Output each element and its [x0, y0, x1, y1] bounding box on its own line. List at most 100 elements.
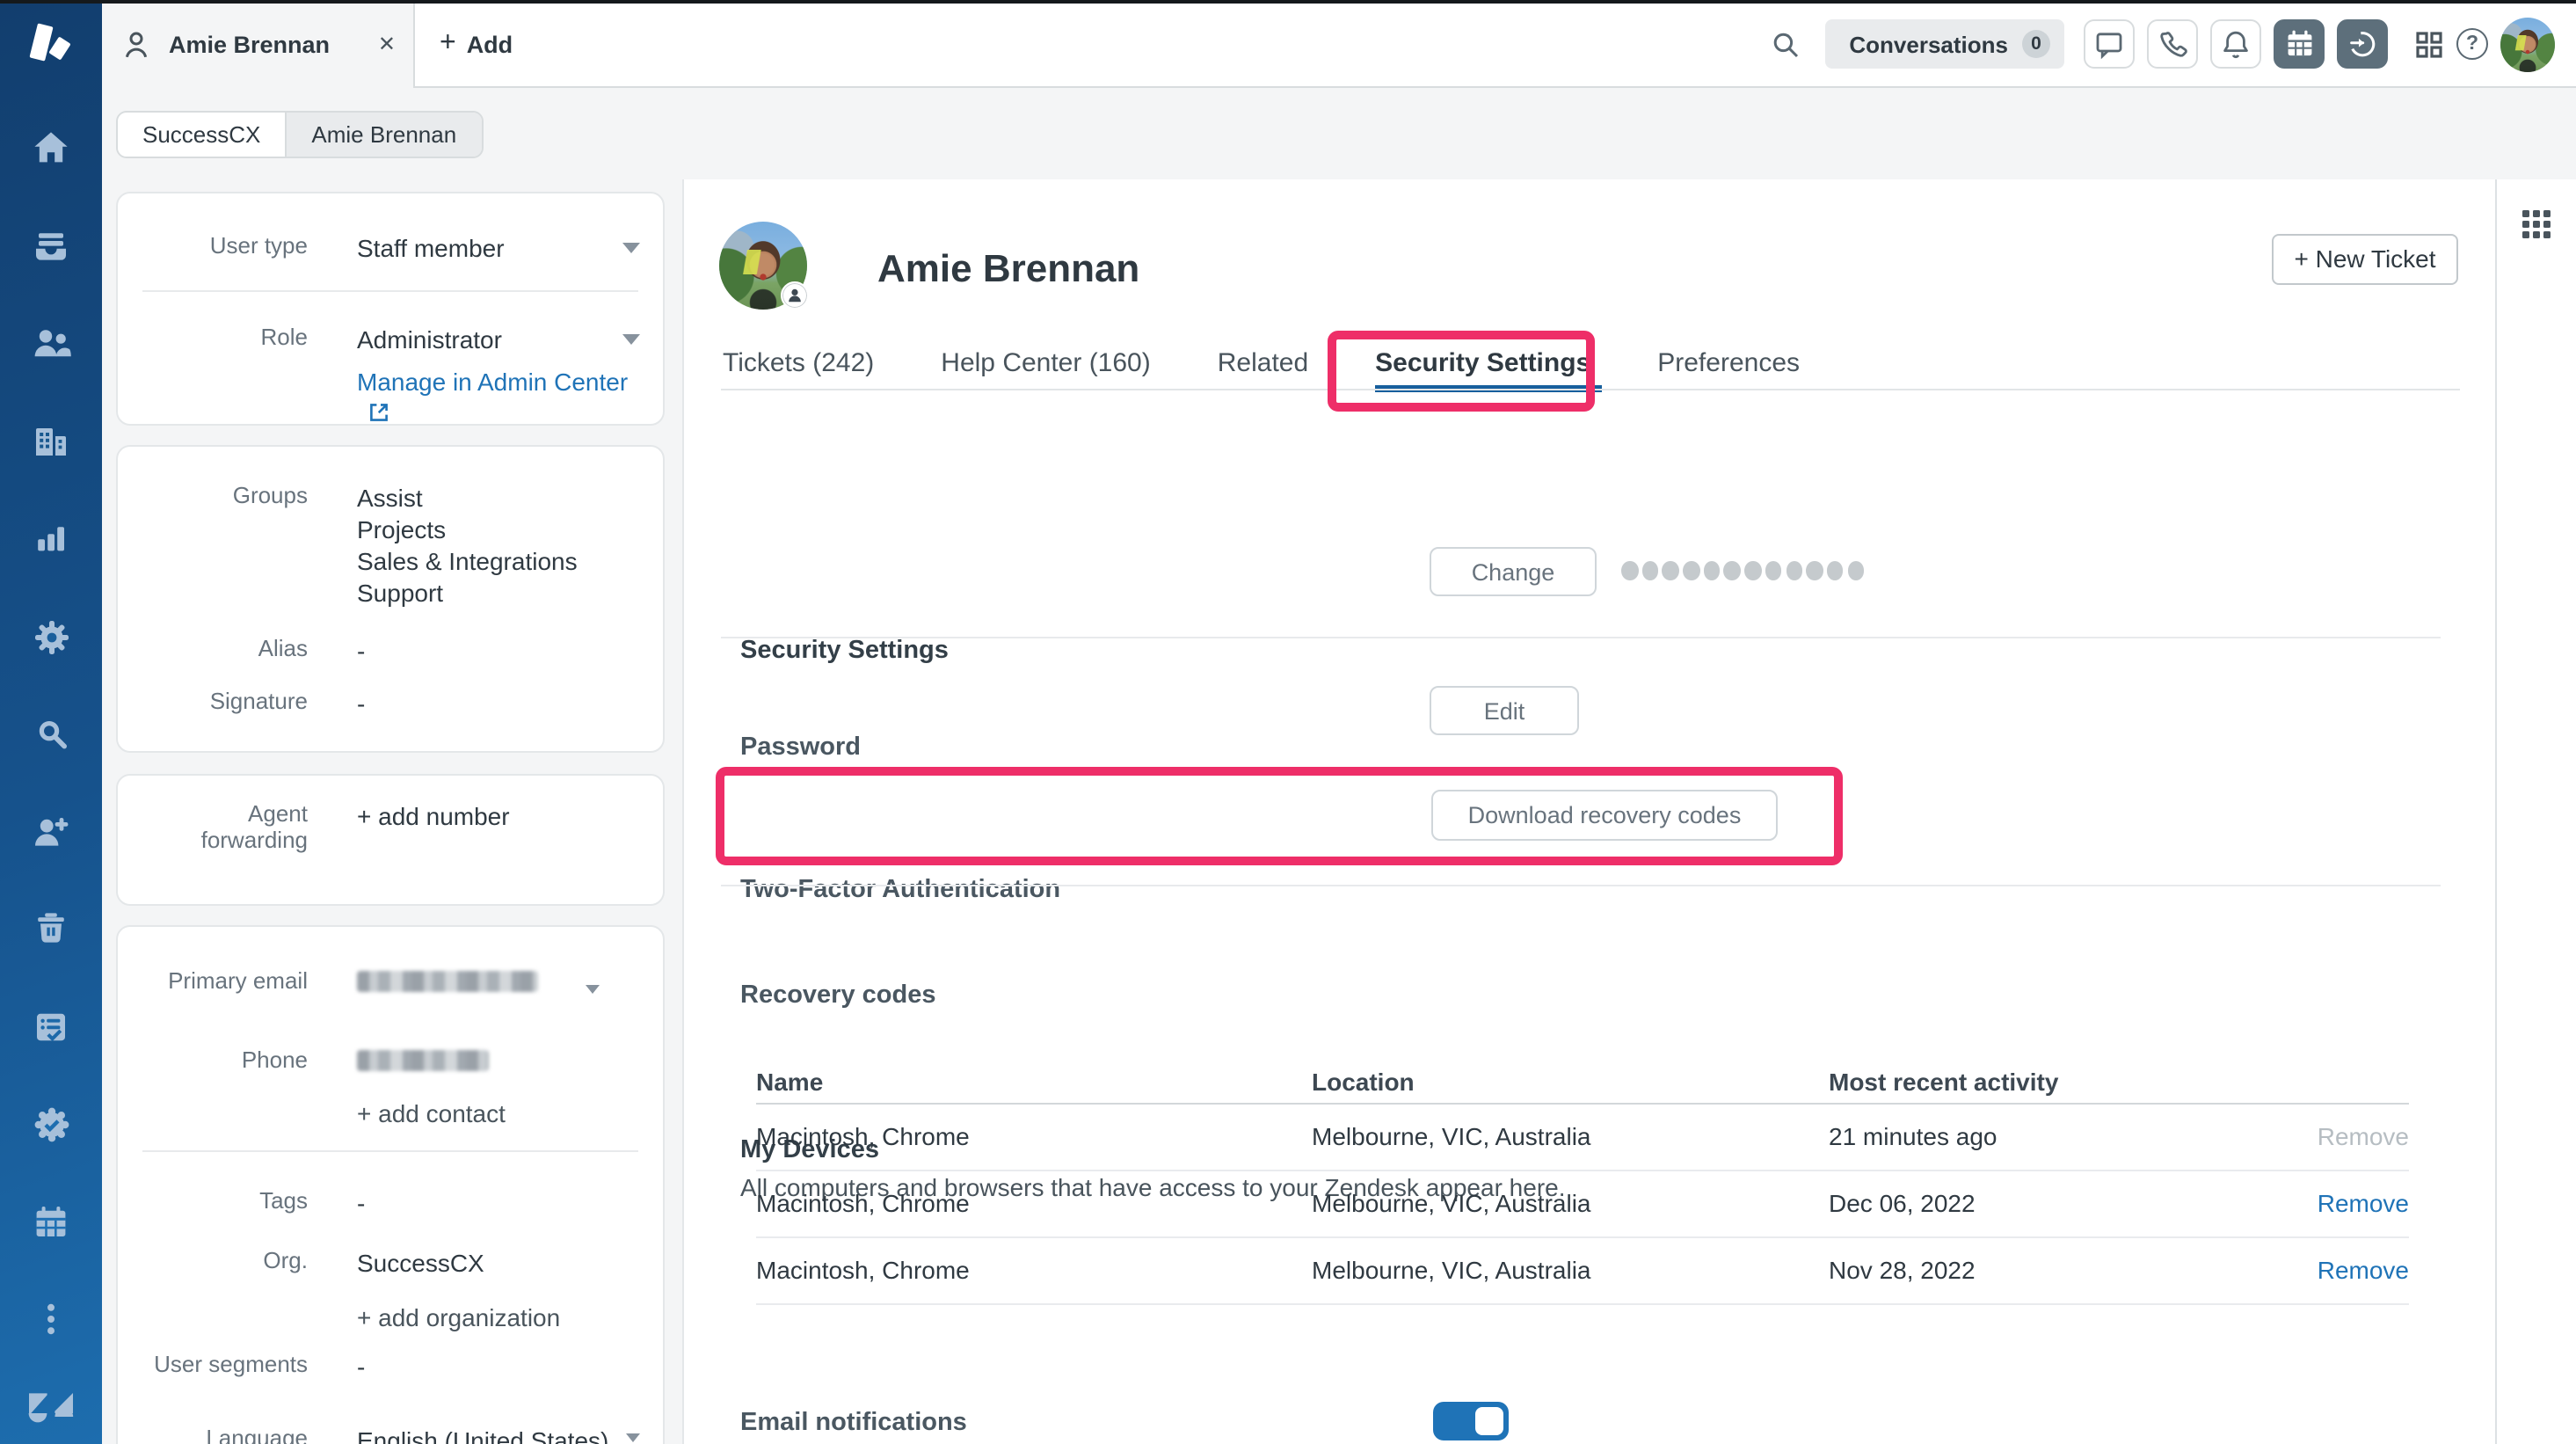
- manage-admin-row: Manage in Admin Center: [142, 366, 645, 429]
- verified-badge-icon[interactable]: [0, 1105, 102, 1145]
- language-row: Language English (United States): [142, 1424, 645, 1444]
- devices-table: NameLocationMost recent activity Macinto…: [756, 1060, 2409, 1305]
- recovery-codes-label: Recovery codes: [740, 981, 935, 1009]
- trash-icon[interactable]: [0, 909, 102, 948]
- role-value[interactable]: Administrator: [357, 324, 502, 355]
- remove-device-link[interactable]: Remove: [2286, 1190, 2409, 1218]
- role-row: Role Administrator: [142, 324, 645, 355]
- notifications-bell-button[interactable]: [2210, 19, 2261, 69]
- zendesk-agent-app: Amie Brennan ✕ + Add Conversations 0: [0, 0, 2576, 1444]
- admin-gear-icon[interactable]: [0, 616, 102, 657]
- person-icon: [120, 27, 153, 61]
- apps-grid-icon[interactable]: [2521, 208, 2551, 238]
- language-value[interactable]: English (United States): [357, 1424, 608, 1444]
- page-title-user-name: Amie Brennan: [877, 245, 1139, 291]
- redacted-email[interactable]: [357, 970, 538, 991]
- external-link-icon: [369, 397, 389, 429]
- breadcrumb-user[interactable]: Amie Brennan: [285, 112, 481, 156]
- tasks-icon[interactable]: [0, 1007, 102, 1046]
- device-row: Macintosh, ChromeMelbourne, VIC, Austral…: [756, 1238, 2409, 1305]
- new-ticket-button[interactable]: + New Ticket: [2272, 233, 2458, 284]
- tab-preferences[interactable]: Preferences: [1657, 347, 1800, 377]
- home-icon[interactable]: [0, 128, 102, 167]
- password-label: Password: [740, 733, 861, 761]
- manage-admin-link[interactable]: Manage in Admin Center: [357, 368, 628, 396]
- views-icon[interactable]: [0, 227, 102, 266]
- conversations-count-badge: 0: [2022, 30, 2050, 58]
- divider: [142, 290, 638, 292]
- remove-device-link[interactable]: Remove: [2286, 1257, 2409, 1285]
- contact-card: Primary email Phone + add contact Tags -…: [116, 924, 665, 1444]
- tab-related[interactable]: Related: [1218, 347, 1308, 377]
- zendesk-product-logo[interactable]: [0, 23, 102, 69]
- tab-tickets[interactable]: Tickets (242): [723, 347, 874, 377]
- chevron-down-icon[interactable]: [586, 984, 600, 993]
- security-settings-heading: Security Settings: [740, 636, 949, 664]
- group-item[interactable]: Projects: [357, 513, 578, 544]
- group-item[interactable]: Support: [357, 576, 578, 608]
- top-toolbar: Amie Brennan ✕ + Add Conversations 0: [102, 0, 2576, 88]
- user-avatar-small[interactable]: [2500, 17, 2555, 71]
- device-row: Macintosh, ChromeMelbourne, VIC, Austral…: [756, 1104, 2409, 1171]
- user-type-value[interactable]: Staff member: [357, 232, 505, 264]
- open-user-tab[interactable]: Amie Brennan ✕: [102, 0, 415, 88]
- org-value[interactable]: SuccessCX: [357, 1246, 484, 1278]
- primary-sidebar: [0, 0, 102, 1444]
- email-notifications-toggle[interactable]: [1433, 1402, 1509, 1440]
- user-profile-main: Amie Brennan + New Ticket Tickets (242) …: [682, 179, 2495, 1444]
- agent-forwarding-row: Agent forwarding + add number: [142, 799, 645, 852]
- chevron-down-icon[interactable]: [622, 243, 640, 253]
- chat-button[interactable]: [2084, 19, 2135, 69]
- breadcrumb: SuccessCX Amie Brennan: [116, 110, 483, 157]
- reporting-icon[interactable]: [0, 519, 102, 558]
- tab-help-center[interactable]: Help Center (160): [941, 347, 1150, 377]
- phone-button[interactable]: [2147, 19, 2198, 69]
- apps-rail: [2495, 179, 2576, 1444]
- add-organization-row: + add organization: [142, 1301, 645, 1332]
- add-number-link[interactable]: + add number: [357, 801, 510, 829]
- calendar-icon-sidebar[interactable]: [0, 1202, 102, 1241]
- close-tab-icon[interactable]: ✕: [378, 32, 396, 56]
- annotation-recovery-codes: [716, 766, 1843, 865]
- remove-device-link[interactable]: Remove: [2286, 1122, 2409, 1150]
- password-dots: [1621, 560, 1864, 580]
- plus-icon: +: [440, 28, 456, 60]
- sign-in-app-button[interactable]: [2337, 19, 2388, 69]
- annotation-security-settings: [1327, 331, 1594, 412]
- groups-row: Groups Assist Projects Sales & Integrati…: [142, 481, 645, 608]
- window-top-edge: [0, 0, 2576, 3]
- organizations-icon[interactable]: [0, 421, 102, 460]
- role-card: User type Staff member Role Administrato…: [116, 192, 665, 425]
- device-row: Macintosh, ChromeMelbourne, VIC, Austral…: [756, 1171, 2409, 1237]
- user-segments-row: User segments -: [142, 1350, 645, 1382]
- calendar-app-button[interactable]: [2274, 19, 2325, 69]
- customers-icon[interactable]: [0, 324, 102, 364]
- section-divider: [721, 884, 2441, 886]
- breadcrumb-org[interactable]: SuccessCX: [118, 112, 285, 156]
- conversations-button[interactable]: Conversations 0: [1824, 19, 2064, 69]
- devices-table-header: NameLocationMost recent activity: [756, 1060, 2409, 1104]
- more-options-icon[interactable]: [0, 1302, 102, 1337]
- primary-email-row: Primary email: [142, 966, 645, 998]
- redacted-phone[interactable]: [357, 1049, 489, 1070]
- alias-row: Alias -: [142, 634, 645, 666]
- edit-two-factor-button[interactable]: Edit: [1430, 686, 1579, 735]
- phone-row: Phone: [142, 1046, 645, 1077]
- add-organization-link[interactable]: + add organization: [357, 1301, 560, 1332]
- signature-row: Signature -: [142, 687, 645, 718]
- change-password-button[interactable]: Change: [1430, 547, 1597, 596]
- tab-title: Amie Brennan: [169, 31, 367, 57]
- help-icon[interactable]: ?: [2456, 28, 2488, 60]
- products-grid-icon[interactable]: [2414, 29, 2444, 59]
- user-type-row: User type Staff member: [142, 232, 645, 264]
- chevron-down-icon[interactable]: [622, 334, 640, 345]
- group-item[interactable]: Sales & Integrations: [357, 544, 578, 576]
- add-contact-link[interactable]: + add contact: [357, 1097, 506, 1128]
- groups-card: Groups Assist Projects Sales & Integrati…: [116, 444, 665, 752]
- chevron-down-icon[interactable]: [626, 1433, 640, 1441]
- add-tab-button[interactable]: + Add: [440, 0, 513, 88]
- add-user-icon[interactable]: [0, 813, 102, 851]
- search-icon-sidebar[interactable]: [0, 716, 102, 753]
- search-icon[interactable]: [1768, 27, 1801, 61]
- group-item[interactable]: Assist: [357, 481, 578, 513]
